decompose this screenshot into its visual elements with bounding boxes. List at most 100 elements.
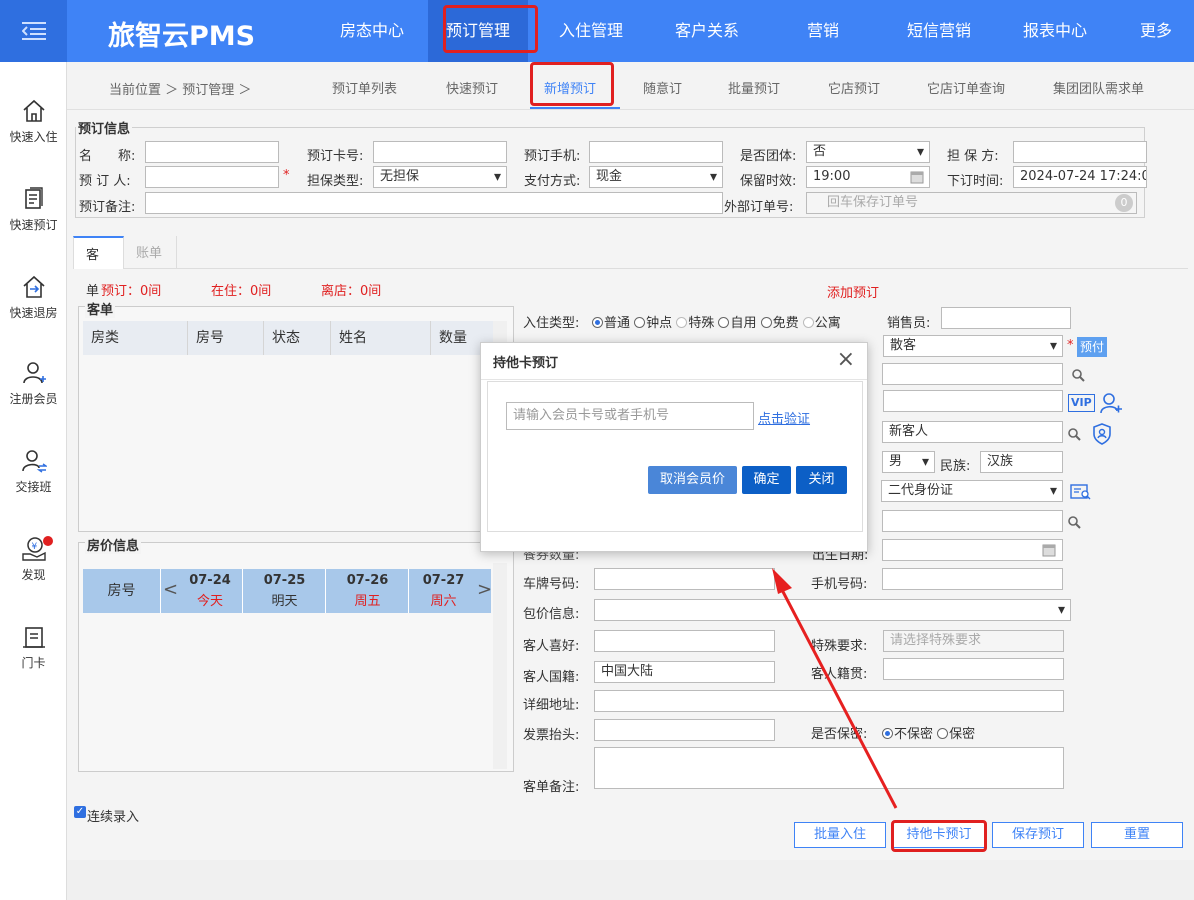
sidebar-quick-booking[interactable]: 快速预订 [0, 186, 67, 233]
nationality-input[interactable]: 中国大陆 [594, 661, 775, 683]
batch-checkin-button[interactable]: 批量入住 [794, 822, 886, 848]
highlight-booking-nav [443, 5, 538, 53]
add-member-icon[interactable] [1099, 391, 1123, 415]
sidebar-door-card[interactable]: 门卡 [0, 624, 67, 671]
nav-room-status[interactable]: 房态中心 [316, 0, 428, 62]
search-icon[interactable] [1067, 427, 1081, 441]
sidebar-shift-handover[interactable]: 交接班 [0, 448, 67, 495]
confidential-radios[interactable]: 不保密 保密 [882, 723, 975, 742]
member-card-input[interactable] [883, 390, 1063, 412]
nav-sms-marketing[interactable]: 短信营销 [886, 0, 992, 62]
card-icon [22, 627, 45, 648]
ethnic-label: 民族: [940, 459, 971, 474]
radio-apartment[interactable] [802, 317, 814, 328]
invoice-input[interactable] [594, 719, 775, 741]
guarantor-input[interactable] [1013, 141, 1147, 163]
tab-booking-list[interactable]: 预订单列表 [332, 78, 397, 97]
guest-remark-textarea[interactable] [594, 747, 1064, 789]
reset-button[interactable]: 重置 [1091, 822, 1183, 848]
radio-not-confidential[interactable] [882, 728, 893, 739]
id-number-input[interactable] [882, 510, 1063, 532]
user-swap-icon [21, 450, 47, 473]
prev-date-arrow[interactable]: < [163, 579, 178, 600]
tab-casual-booking[interactable]: 随意订 [643, 78, 682, 97]
close-button[interactable]: 关闭 [796, 466, 847, 494]
nav-checkin-management[interactable]: 入住管理 [528, 0, 654, 62]
special-request-input[interactable]: 请选择特殊要求 [883, 630, 1064, 652]
next-date-arrow[interactable]: > [477, 579, 492, 600]
id-scan-icon[interactable] [1070, 483, 1092, 501]
search-icon[interactable] [1071, 368, 1085, 382]
booking-remark-label: 预订备注: [79, 200, 136, 215]
card-no-input[interactable] [373, 141, 507, 163]
booking-phone-input[interactable] [589, 141, 723, 163]
salesperson-input[interactable] [941, 307, 1071, 329]
order-time-input[interactable]: 2024-07-24 17:24:0 [1013, 166, 1147, 188]
prepay-button[interactable]: 预付 [1077, 337, 1108, 357]
guest-type-select[interactable]: 散客 [883, 335, 1063, 357]
guest-info-input[interactable] [882, 363, 1063, 385]
address-input[interactable] [594, 690, 1064, 712]
nav-reports[interactable]: 报表中心 [992, 0, 1118, 62]
sidebar-quick-checkin[interactable]: 快速入住 [0, 98, 67, 145]
sidebar-discover[interactable]: ¥ 发现 [0, 536, 67, 583]
name-input[interactable] [145, 141, 279, 163]
order-tabs: 客单 账单 [73, 236, 1188, 299]
checkin-type-radios[interactable]: 普通 钟点 特殊 自用 免费 公寓 [592, 312, 841, 331]
preference-input[interactable] [594, 630, 775, 652]
guest-name-input[interactable]: 新客人 [882, 421, 1063, 443]
sidebar-register-member[interactable]: 注册会员 [0, 360, 67, 407]
tab-batch-booking[interactable]: 批量预订 [728, 78, 780, 97]
radio-free[interactable] [760, 317, 772, 328]
id-type-select[interactable]: 二代身份证 [881, 480, 1063, 502]
guarantee-type-select[interactable]: 无担保 [373, 166, 507, 188]
tab-guest-order[interactable]: 客单 [73, 236, 124, 299]
package-select[interactable] [594, 599, 1071, 621]
tab-quick-booking[interactable]: 快速预订 [446, 78, 498, 97]
date-strip: 房号 < 07-24 今天 07-25 明天 07-26 周五 07-27 周六 > [83, 569, 492, 613]
booking-remark-input[interactable] [145, 192, 723, 214]
tab-group-demand[interactable]: 集团团队需求单 [1053, 78, 1144, 97]
cancel-member-price-button[interactable]: 取消会员价 [648, 466, 737, 494]
booker-input[interactable] [145, 166, 279, 188]
radio-hourly[interactable] [634, 317, 646, 328]
sidebar-label: 发现 [21, 568, 46, 582]
birth-date-input[interactable] [882, 539, 1063, 561]
radio-confidential[interactable] [937, 728, 949, 739]
member-card-or-phone-input[interactable]: 请输入会员卡号或者手机号 [506, 402, 754, 430]
close-icon[interactable]: × [837, 347, 855, 372]
mobile-input[interactable] [882, 568, 1063, 590]
shield-icon[interactable] [1092, 423, 1112, 445]
calendar-icon[interactable] [1042, 543, 1056, 557]
radio-normal[interactable] [592, 317, 603, 328]
confirm-button[interactable]: 确定 [742, 466, 791, 494]
menu-toggle-button[interactable] [0, 0, 67, 62]
nav-more[interactable]: 更多 [1118, 0, 1194, 62]
highlight-other-card-button [891, 820, 987, 852]
verify-link[interactable]: 点击验证 [758, 408, 810, 427]
tab-other-store-booking[interactable]: 它店预订 [828, 78, 880, 97]
plate-input[interactable] [594, 568, 775, 590]
calendar-icon[interactable] [910, 170, 924, 184]
ethnic-input[interactable]: 汉族 [980, 451, 1063, 473]
price-scrollbar[interactable] [493, 563, 507, 769]
payment-select[interactable]: 现金 [589, 166, 723, 188]
sidebar-label: 快速入住 [9, 130, 58, 144]
external-order-input[interactable]: 回车保存订单号 [806, 192, 1137, 214]
search-icon[interactable] [1067, 515, 1081, 529]
is-group-select[interactable]: 否 [806, 141, 930, 163]
tab-bill[interactable]: 账单 [124, 236, 177, 269]
add-booking-link[interactable]: 添加预订 [827, 282, 879, 301]
save-booking-button[interactable]: 保存预订 [992, 822, 1084, 848]
radio-self-use[interactable] [718, 317, 730, 328]
continuous-entry-checkbox[interactable]: ✓ [74, 806, 86, 818]
nav-customer-relations[interactable]: 客户关系 [654, 0, 760, 62]
radio-special[interactable] [676, 317, 688, 328]
vip-badge[interactable]: VIP [1068, 394, 1095, 412]
nav-marketing[interactable]: 营销 [760, 0, 886, 62]
native-place-input[interactable] [883, 658, 1064, 680]
gender-select[interactable]: 男 [882, 451, 935, 473]
sidebar-quick-checkout[interactable]: 快速退房 [0, 274, 67, 321]
name-label: 名 称: [79, 149, 136, 164]
tab-other-store-query[interactable]: 它店订单查询 [927, 78, 1005, 97]
